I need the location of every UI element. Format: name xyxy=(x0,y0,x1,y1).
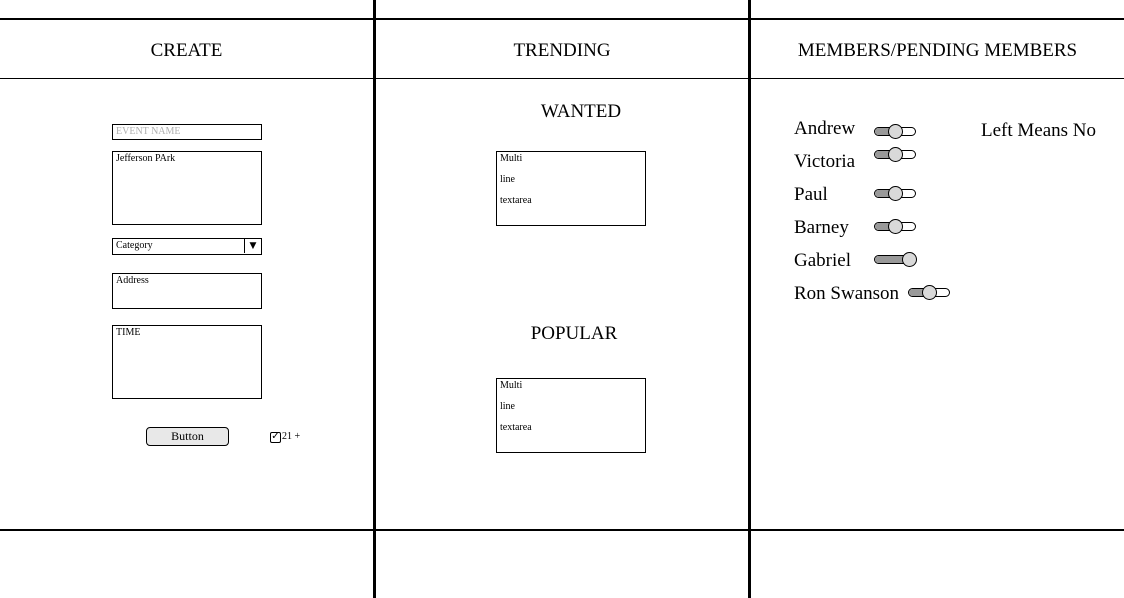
submit-button[interactable]: Button xyxy=(146,427,229,446)
popular-title: POPULAR xyxy=(530,323,618,344)
toggle-knob[interactable] xyxy=(922,285,937,300)
description-textarea[interactable]: Jefferson PArk xyxy=(112,151,262,225)
member-name: Gabriel xyxy=(794,250,851,271)
trending-header: TRENDING xyxy=(513,40,611,61)
popular-line: Multi xyxy=(500,380,523,391)
member-name: Barney xyxy=(794,217,849,238)
popular-line: line xyxy=(500,401,515,412)
header-divider xyxy=(0,78,1124,79)
create-header: CREATE xyxy=(150,40,223,61)
member-toggle[interactable] xyxy=(874,252,918,267)
member-toggle[interactable] xyxy=(908,285,952,300)
event-name-input[interactable]: EVENT NAME xyxy=(112,124,262,140)
member-name: Ron Swanson xyxy=(794,283,900,304)
toggle-knob[interactable] xyxy=(888,219,903,234)
category-select[interactable]: Category ▼ xyxy=(112,238,262,255)
age-checkbox[interactable]: ✓ xyxy=(270,432,281,443)
member-toggle[interactable] xyxy=(874,186,918,201)
toggle-knob[interactable] xyxy=(902,252,917,267)
category-value: Category xyxy=(116,240,153,251)
column-divider-1 xyxy=(373,0,376,598)
wanted-line: Multi xyxy=(500,153,523,164)
popular-textarea[interactable]: Multi line textarea xyxy=(496,378,646,453)
triangle-down-icon[interactable]: ▼ xyxy=(244,239,261,253)
wanted-title: WANTED xyxy=(540,101,622,122)
toggle-knob[interactable] xyxy=(888,186,903,201)
members-header: MEMBERS/PENDING MEMBERS xyxy=(797,40,1078,61)
member-toggle[interactable] xyxy=(874,147,918,162)
member-toggle[interactable] xyxy=(874,219,918,234)
wanted-line: line xyxy=(500,174,515,185)
member-name: Victoria xyxy=(794,151,856,172)
left-means-no-note: Left Means No xyxy=(981,120,1097,141)
member-name: Paul xyxy=(794,184,828,205)
age-checkbox-label: 21 + xyxy=(282,431,301,442)
bottom-divider xyxy=(0,529,1124,531)
member-name: Andrew xyxy=(794,118,856,139)
top-divider xyxy=(0,18,1124,20)
toggle-knob[interactable] xyxy=(888,124,903,139)
check-icon: ✓ xyxy=(271,431,280,442)
wanted-textarea[interactable]: Multi line textarea xyxy=(496,151,646,226)
address-input[interactable]: Address xyxy=(112,273,262,309)
wanted-line: textarea xyxy=(500,195,532,206)
popular-line: textarea xyxy=(500,422,532,433)
column-divider-2 xyxy=(748,0,751,598)
time-textarea[interactable]: TIME xyxy=(112,325,262,399)
member-toggle[interactable] xyxy=(874,124,918,139)
toggle-knob[interactable] xyxy=(888,147,903,162)
